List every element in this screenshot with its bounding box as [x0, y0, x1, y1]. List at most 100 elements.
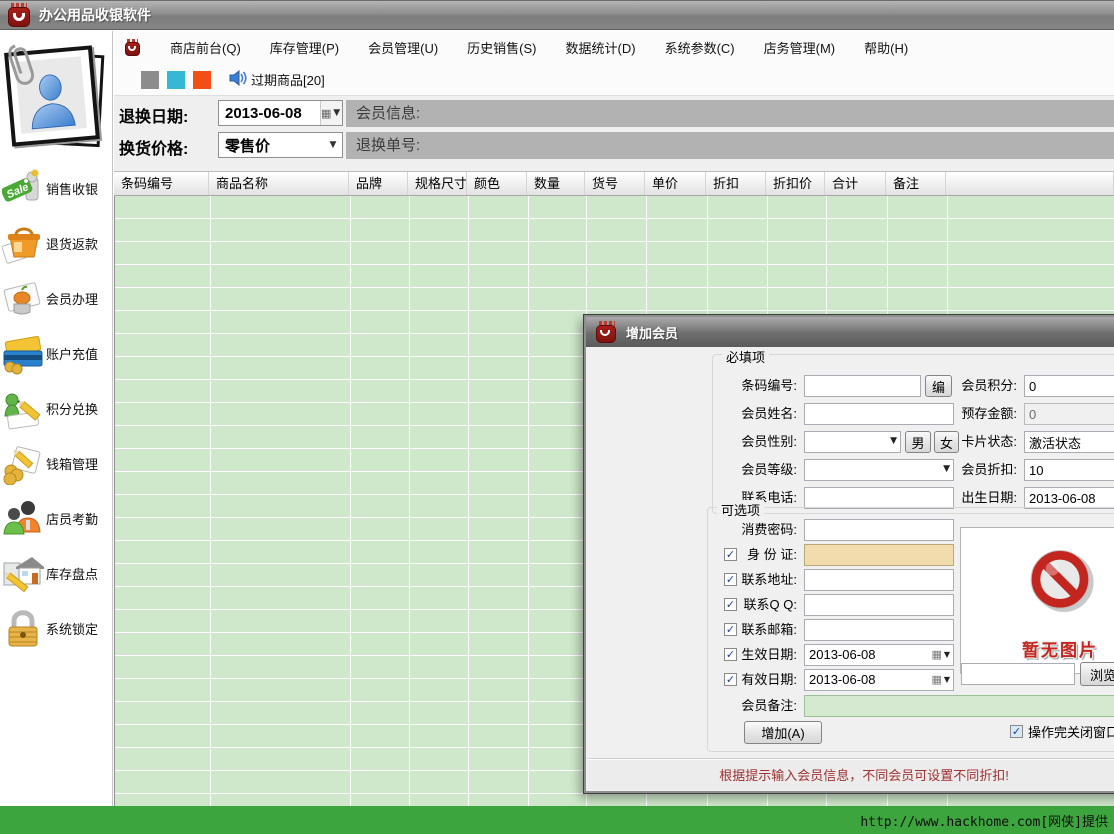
- end-date-checkbox[interactable]: ✓: [724, 673, 737, 686]
- expired-goods-link[interactable]: 过期商品[20]: [251, 70, 325, 89]
- card-status-input[interactable]: [1024, 431, 1114, 453]
- sidebar-item-membership[interactable]: 会员办理: [0, 271, 112, 326]
- return-date-label: 退换日期:: [119, 103, 188, 127]
- column-header-barcode[interactable]: 条码编号: [114, 172, 209, 195]
- close-after-label: 操作完关闭窗口: [1028, 722, 1114, 741]
- column-header-price[interactable]: 单价: [645, 172, 706, 195]
- exchange-price-select[interactable]: 零售价 ▼: [218, 132, 343, 158]
- column-header-total[interactable]: 合计: [825, 172, 886, 195]
- menu-item-help[interactable]: 帮助(H): [864, 38, 908, 57]
- sale-tag-icon: Sale: [2, 168, 44, 210]
- menu-item-storefront[interactable]: 商店前台(Q): [170, 38, 241, 57]
- column-header-filler: [946, 172, 1114, 195]
- sidebar-item-stocktake[interactable]: 库存盘点: [0, 546, 112, 601]
- sidebar-item-label: 钱箱管理: [46, 454, 98, 473]
- sidebar-item-label: 销售收银: [46, 179, 98, 198]
- column-header-color[interactable]: 颜色: [467, 172, 527, 195]
- member-discount-label: 会员折扣:: [957, 459, 1017, 481]
- sidebar-item-label: 库存盘点: [46, 564, 98, 583]
- legend-orange-square: [193, 71, 211, 89]
- speaker-icon: [229, 70, 247, 89]
- app-logo: [6, 45, 106, 149]
- sidebar-item-points[interactable]: 积分兑换: [0, 381, 112, 436]
- start-date-picker[interactable]: 2013-06-08 ▦ ▼: [804, 644, 954, 666]
- address-checkbox[interactable]: ✓: [724, 573, 737, 586]
- column-header-name[interactable]: 商品名称: [209, 172, 349, 195]
- member-discount-input[interactable]: [1024, 459, 1114, 481]
- app-window: 办公用品收银软件: [0, 0, 1114, 834]
- member-name-input[interactable]: [804, 403, 954, 425]
- close-after-checkbox[interactable]: ✓: [1010, 725, 1023, 738]
- phone-input[interactable]: [804, 487, 954, 509]
- qq-input[interactable]: [804, 594, 954, 616]
- edit-barcode-button[interactable]: 编: [925, 375, 952, 397]
- items-table-header: 条码编号 商品名称 品牌 规格尺寸 颜色 数量 货号 单价 折扣 折扣价 合计 …: [114, 171, 1114, 196]
- staff-attendance-icon: [2, 498, 44, 540]
- column-header-size[interactable]: 规格尺寸: [408, 172, 467, 195]
- column-header-qty[interactable]: 数量: [527, 172, 585, 195]
- barcode-input[interactable]: [804, 375, 921, 397]
- start-date-checkbox[interactable]: ✓: [724, 648, 737, 661]
- sidebar-item-returns[interactable]: 退货返款: [0, 216, 112, 271]
- recharge-card-icon: [2, 333, 44, 375]
- menu-item-members[interactable]: 会员管理(U): [368, 38, 438, 57]
- return-number-bar: 退换单号:: [346, 132, 1114, 159]
- email-checkbox[interactable]: ✓: [724, 623, 737, 636]
- member-name-label: 会员姓名:: [737, 403, 797, 425]
- member-level-label: 会员等级:: [737, 459, 797, 481]
- grid-column-separator: [210, 196, 211, 806]
- column-header-discount[interactable]: 折扣: [706, 172, 766, 195]
- password-input[interactable]: [804, 519, 954, 541]
- qq-checkbox[interactable]: ✓: [724, 598, 737, 611]
- dialog-status-hint: 根据提示输入会员信息，不同会员可设置不同折扣!: [719, 765, 1009, 784]
- dialog-title: 增加会员: [626, 323, 678, 342]
- menu-item-parameters[interactable]: 系统参数(C): [665, 38, 735, 57]
- member-level-select[interactable]: ▼: [804, 459, 954, 481]
- legend-cyan-square: [167, 71, 185, 89]
- birthday-input[interactable]: [1024, 487, 1114, 509]
- sidebar-item-attendance[interactable]: 店员考勤: [0, 491, 112, 546]
- column-header-brand[interactable]: 品牌: [349, 172, 408, 195]
- return-date-picker[interactable]: 2013-06-08 ▦▼: [218, 100, 343, 126]
- gender-select[interactable]: ▼: [804, 431, 901, 453]
- male-button[interactable]: 男: [905, 431, 931, 453]
- calendar-icon[interactable]: ▦▼: [320, 101, 342, 125]
- sidebar-item-sales[interactable]: Sale 销售收银: [0, 161, 112, 216]
- remark-input[interactable]: [804, 695, 1114, 717]
- column-header-itemno[interactable]: 货号: [585, 172, 645, 195]
- deposit-input: [1024, 403, 1114, 425]
- points-input[interactable]: [1024, 375, 1114, 397]
- no-image-icon: [1012, 540, 1108, 636]
- sidebar-menu: Sale 销售收银 退货返款: [0, 161, 112, 656]
- sidebar-item-recharge[interactable]: 账户充值: [0, 326, 112, 381]
- menu-item-history[interactable]: 历史销售(S): [467, 38, 536, 57]
- gender-label: 会员性别:: [737, 431, 797, 453]
- email-label: 联系邮箱:: [737, 619, 797, 641]
- points-label: 会员积分:: [957, 375, 1017, 397]
- email-input[interactable]: [804, 619, 954, 641]
- sidebar-item-lock[interactable]: 系统锁定: [0, 601, 112, 656]
- remark-label: 会员备注:: [737, 695, 797, 717]
- menu-item-store-mgmt[interactable]: 店务管理(M): [764, 38, 836, 57]
- idcard-input[interactable]: [804, 544, 954, 566]
- menu-item-inventory[interactable]: 库存管理(P): [270, 38, 339, 57]
- add-member-button[interactable]: 增加(A): [744, 721, 822, 744]
- barcode-label: 条码编号:: [737, 375, 797, 397]
- optional-group-legend: 可选项: [717, 500, 764, 519]
- end-date-picker[interactable]: 2013-06-08 ▦ ▼: [804, 669, 954, 691]
- address-input[interactable]: [804, 569, 954, 591]
- photo-path-input[interactable]: [961, 663, 1075, 685]
- idcard-checkbox[interactable]: ✓: [724, 548, 737, 561]
- column-header-remark[interactable]: 备注: [886, 172, 946, 195]
- female-button[interactable]: 女: [934, 431, 959, 453]
- address-label: 联系地址:: [737, 569, 797, 591]
- menu-item-statistics[interactable]: 数据统计(D): [566, 38, 636, 57]
- points-exchange-icon: [2, 388, 44, 430]
- column-header-discprice[interactable]: 折扣价: [766, 172, 825, 195]
- sidebar-item-label: 系统锁定: [46, 619, 98, 638]
- paperclip-icon: [8, 41, 34, 87]
- member-info-bar: 会员信息:: [346, 100, 1114, 127]
- sidebar-item-cashbox[interactable]: 钱箱管理: [0, 436, 112, 491]
- calendar-icon: ▦: [931, 670, 943, 690]
- browse-button[interactable]: 浏览: [1080, 662, 1114, 686]
